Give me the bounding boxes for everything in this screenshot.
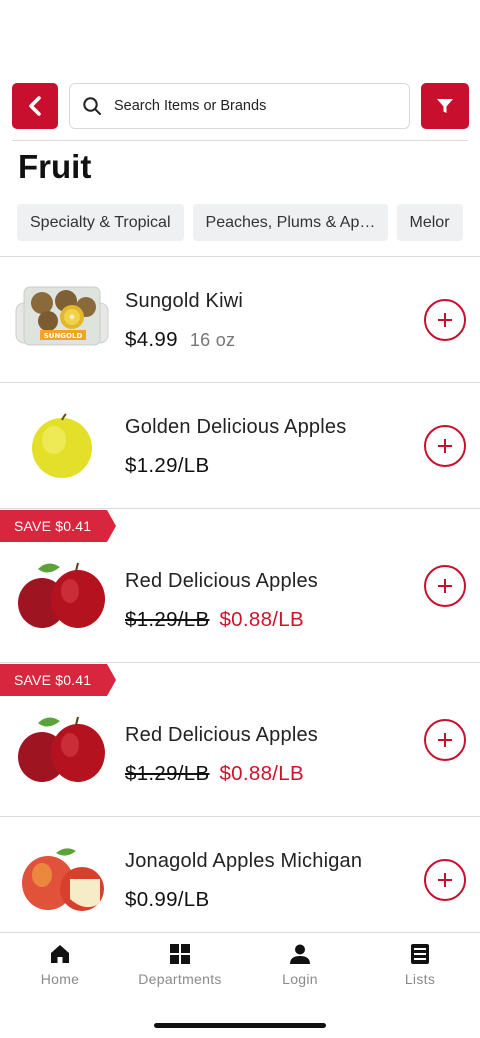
product-image: SUNGOLD — [15, 286, 109, 346]
product-sale-price: $0.88/LB — [219, 608, 304, 631]
search-placeholder: Search Items or Brands — [114, 98, 267, 114]
product-size: 16 oz — [189, 330, 236, 350]
person-icon — [290, 944, 310, 964]
product-sale-price: $0.88/LB — [219, 762, 304, 785]
grid-icon — [170, 944, 190, 964]
nav-label: Login — [282, 971, 318, 987]
product-image — [22, 848, 104, 911]
category-chip[interactable]: Peaches, Plums & Ap… — [192, 204, 388, 241]
product-name: Sungold Kiwi — [125, 290, 244, 312]
filter-icon — [437, 99, 453, 113]
plus-icon — [438, 439, 452, 453]
back-button[interactable] — [12, 83, 58, 129]
product-price-row: $1.29/LB $0.88/LB — [125, 762, 304, 786]
category-chips: Specialty & Tropical Peaches, Plums & Ap…… — [17, 204, 480, 241]
product-item[interactable]: SAVE $0.41 Red Delicious Apples $1.29/LB… — [0, 509, 480, 663]
category-chip[interactable]: Melor — [396, 204, 463, 241]
save-badge-text-wrap: SAVE $0.41 — [0, 510, 116, 542]
product-item[interactable]: Jonagold Apples Michigan $0.99/LB — [0, 817, 480, 932]
search-input[interactable]: Search Items or Brands — [69, 83, 410, 129]
add-to-cart-button[interactable] — [424, 565, 466, 607]
nav-lists[interactable]: Lists — [360, 933, 480, 1002]
save-badge-text-wrap: SAVE $0.41 — [0, 664, 116, 696]
divider — [12, 140, 468, 141]
save-badge-text: SAVE $0.41 — [14, 518, 92, 534]
bottom-nav: Home Departments Login Lists — [0, 932, 480, 1002]
add-to-cart-button[interactable] — [424, 299, 466, 341]
product-name: Red Delicious Apples — [125, 724, 318, 746]
product-image — [18, 716, 105, 782]
filter-button[interactable] — [421, 83, 469, 129]
plus-icon — [438, 873, 452, 887]
add-to-cart-button[interactable] — [424, 859, 466, 901]
page-title: Fruit — [18, 148, 92, 185]
nav-label: Home — [40, 971, 80, 987]
home-indicator — [154, 1023, 326, 1028]
nav-label: Lists — [404, 971, 436, 987]
nav-login[interactable]: Login — [240, 933, 360, 1002]
product-name: Golden Delicious Apples — [125, 416, 347, 438]
product-image — [32, 413, 92, 478]
product-name: Jonagold Apples Michigan — [125, 850, 363, 872]
add-to-cart-button[interactable] — [424, 425, 466, 467]
plus-icon — [438, 733, 452, 747]
nav-home[interactable]: Home — [0, 933, 120, 1002]
category-chip[interactable]: Specialty & Tropical — [17, 204, 184, 241]
product-price: $4.99 — [125, 328, 178, 351]
product-price: $1.29/LB — [125, 454, 210, 477]
product-item[interactable]: SAVE $0.41 Red Delicious Apples $1.29/LB… — [0, 663, 480, 817]
nav-departments[interactable]: Departments — [120, 933, 240, 1002]
product-price-row: $4.99 16 oz — [125, 328, 235, 352]
product-price: $0.99/LB — [125, 888, 210, 911]
add-to-cart-button[interactable] — [424, 719, 466, 761]
product-name: Red Delicious Apples — [125, 570, 318, 592]
save-badge-text: SAVE $0.41 — [14, 672, 92, 688]
chevron-left-icon — [29, 96, 41, 116]
header-bar: Search Items or Brands — [0, 82, 480, 130]
plus-icon — [438, 579, 452, 593]
package-label: SUNGOLD — [44, 332, 83, 340]
product-image — [18, 562, 105, 628]
plus-icon — [438, 313, 452, 327]
product-old-price: $1.29/LB — [125, 608, 210, 631]
home-icon — [51, 945, 69, 963]
nav-label: Departments — [138, 971, 222, 987]
product-item[interactable]: Golden Delicious Apples $1.29/LB — [0, 383, 480, 509]
product-old-price: $1.29/LB — [125, 762, 210, 785]
product-price-row: $1.29/LB $0.88/LB — [125, 608, 304, 632]
search-icon — [83, 97, 101, 115]
product-item[interactable]: SUNGOLD Sungold Kiwi $4.99 16 oz — [0, 257, 480, 383]
list-icon — [411, 944, 429, 964]
